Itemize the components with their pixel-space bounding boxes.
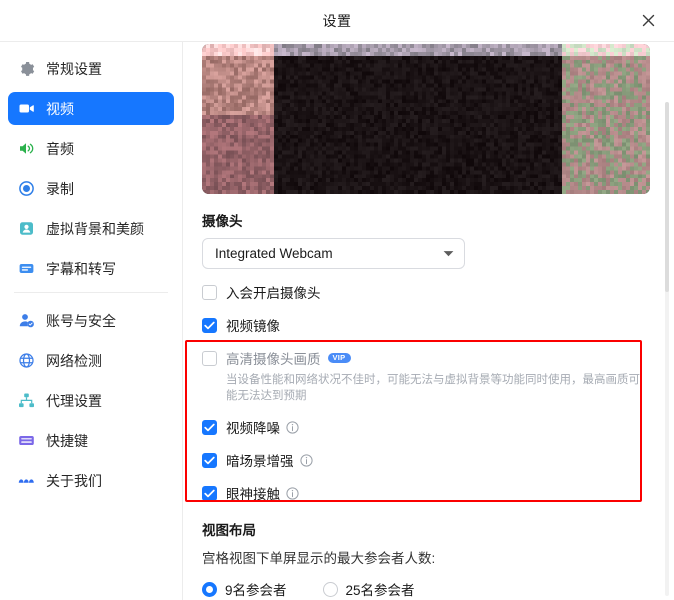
checkbox-hd-camera-quality[interactable]: [202, 350, 217, 366]
scrollbar-thumb[interactable]: [665, 102, 669, 292]
globe-icon: [18, 352, 35, 369]
about-logo-icon: [18, 472, 35, 489]
sidebar: 常规设置 视频 音频 录制 虚拟背景和美颜 字幕和转写 账号与安全 网络检测 代…: [0, 42, 183, 600]
video-camera-icon: [18, 100, 35, 117]
checkbox-row-hd-camera-quality[interactable]: 高清摄像头画质 VIP: [202, 348, 652, 368]
checkbox-row-video-mirror[interactable]: 视频镜像: [202, 315, 652, 335]
sidebar-item-label: 视频: [46, 100, 74, 117]
account-security-icon: [18, 312, 35, 329]
sidebar-item-general[interactable]: 常规设置: [8, 52, 174, 85]
sitemap-icon: [18, 392, 35, 409]
sidebar-item-label: 字幕和转写: [46, 260, 116, 277]
sidebar-item-label: 虚拟背景和美颜: [46, 220, 144, 237]
checkbox-row-join-with-camera-on[interactable]: 入会开启摄像头: [202, 282, 652, 302]
max-participants-radio-group: 9名参会者 25名参会者: [202, 579, 652, 599]
layout-section: 视图布局 宫格视图下单屏显示的最大参会者人数: 9名参会者 25名参会者: [183, 519, 674, 599]
checkbox-low-light-enhance[interactable]: [202, 452, 217, 468]
checkbox-video-mirror[interactable]: [202, 317, 217, 333]
checkbox-label: 暗场景增强: [226, 454, 294, 469]
speaker-icon: [18, 140, 35, 157]
camera-preview-wrap: [202, 44, 652, 194]
person-card-icon: [18, 220, 35, 237]
checkbox-video-denoise[interactable]: [202, 419, 217, 435]
info-icon[interactable]: [299, 453, 313, 467]
titlebar: 设置: [0, 0, 674, 42]
caption-icon: [18, 260, 35, 277]
camera-device-value: Integrated Webcam: [215, 246, 333, 261]
sidebar-item-proxy[interactable]: 代理设置: [8, 384, 174, 417]
camera-device-select[interactable]: Integrated Webcam: [202, 238, 465, 269]
sidebar-item-label: 音频: [46, 140, 74, 157]
sidebar-item-label: 录制: [46, 180, 74, 197]
checkbox-label: 视频镜像: [226, 319, 280, 334]
radio-label: 25名参会者: [345, 583, 415, 598]
keyboard-icon: [18, 432, 35, 449]
camera-section: 摄像头 Integrated Webcam 入会开启摄像头 视频镜像 高清摄像头…: [183, 210, 674, 503]
content-scrollbar[interactable]: [665, 102, 669, 596]
checkbox-row-eye-contact[interactable]: 眼神接触: [202, 483, 652, 503]
camera-preview-image: [202, 44, 650, 194]
chevron-down-icon: [443, 250, 454, 257]
sidebar-item-captions[interactable]: 字幕和转写: [8, 252, 174, 285]
checkbox-row-low-light-enhance[interactable]: 暗场景增强: [202, 450, 652, 470]
checkbox-label: 眼神接触: [226, 487, 280, 502]
checkbox-join-with-camera-on[interactable]: [202, 284, 217, 300]
camera-section-title: 摄像头: [202, 214, 243, 229]
close-button[interactable]: [632, 5, 664, 37]
info-icon[interactable]: [286, 420, 299, 434]
radio-25-participants[interactable]: [322, 581, 338, 597]
video-settings-panel: 摄像头 Integrated Webcam 入会开启摄像头 视频镜像 高清摄像头…: [183, 44, 674, 600]
checkbox-label: 高清摄像头画质: [226, 352, 321, 367]
vip-badge: VIP: [327, 353, 351, 363]
sidebar-item-label: 网络检测: [46, 352, 102, 369]
sidebar-item-label: 关于我们: [46, 472, 102, 489]
sidebar-item-audio[interactable]: 音频: [8, 132, 174, 165]
radio-option-9-participants[interactable]: 9名参会者: [202, 579, 287, 599]
radio-label: 9名参会者: [225, 583, 287, 598]
info-icon[interactable]: [286, 486, 299, 500]
page-title: 设置: [322, 12, 352, 29]
radio-option-25-participants[interactable]: 25名参会者: [322, 579, 415, 599]
checkbox-row-video-denoise[interactable]: 视频降噪: [202, 417, 652, 437]
sidebar-item-label: 账号与安全: [46, 312, 116, 329]
checkbox-eye-contact[interactable]: [202, 485, 217, 501]
close-icon: [641, 13, 656, 28]
sidebar-item-network-test[interactable]: 网络检测: [8, 344, 174, 377]
settings-window: 设置 常规设置 视频 音频 录制 虚拟背景和美颜 字幕和转写 账号与安全 网络检…: [0, 0, 674, 600]
sidebar-item-about[interactable]: 关于我们: [8, 464, 174, 497]
sidebar-item-label: 常规设置: [46, 60, 102, 77]
sidebar-item-account-security[interactable]: 账号与安全: [8, 304, 174, 337]
record-circle-icon: [18, 180, 35, 197]
sidebar-item-virtual-background[interactable]: 虚拟背景和美颜: [8, 212, 174, 245]
sidebar-item-shortcuts[interactable]: 快捷键: [8, 424, 174, 457]
checkbox-label: 入会开启摄像头: [226, 286, 321, 301]
radio-9-participants[interactable]: [202, 581, 217, 597]
settings-content: 摄像头 Integrated Webcam 入会开启摄像头 视频镜像 高清摄像头…: [183, 42, 674, 600]
gear-icon: [18, 60, 35, 77]
sidebar-item-label: 快捷键: [46, 432, 88, 449]
sidebar-divider: [14, 292, 168, 293]
sidebar-item-recording[interactable]: 录制: [8, 172, 174, 205]
window-body: 常规设置 视频 音频 录制 虚拟背景和美颜 字幕和转写 账号与安全 网络检测 代…: [0, 42, 674, 600]
sidebar-item-label: 代理设置: [46, 392, 102, 409]
camera-preview: [202, 44, 650, 194]
hd-camera-quality-hint: 当设备性能和网络状况不佳时，可能无法与虚拟背景等功能同时使用，最高画质可能无法达…: [226, 374, 640, 402]
layout-section-title: 视图布局: [202, 523, 256, 538]
layout-section-subtitle: 宫格视图下单屏显示的最大参会者人数:: [202, 551, 436, 566]
sidebar-item-video[interactable]: 视频: [8, 92, 174, 125]
checkbox-label: 视频降噪: [226, 421, 280, 436]
